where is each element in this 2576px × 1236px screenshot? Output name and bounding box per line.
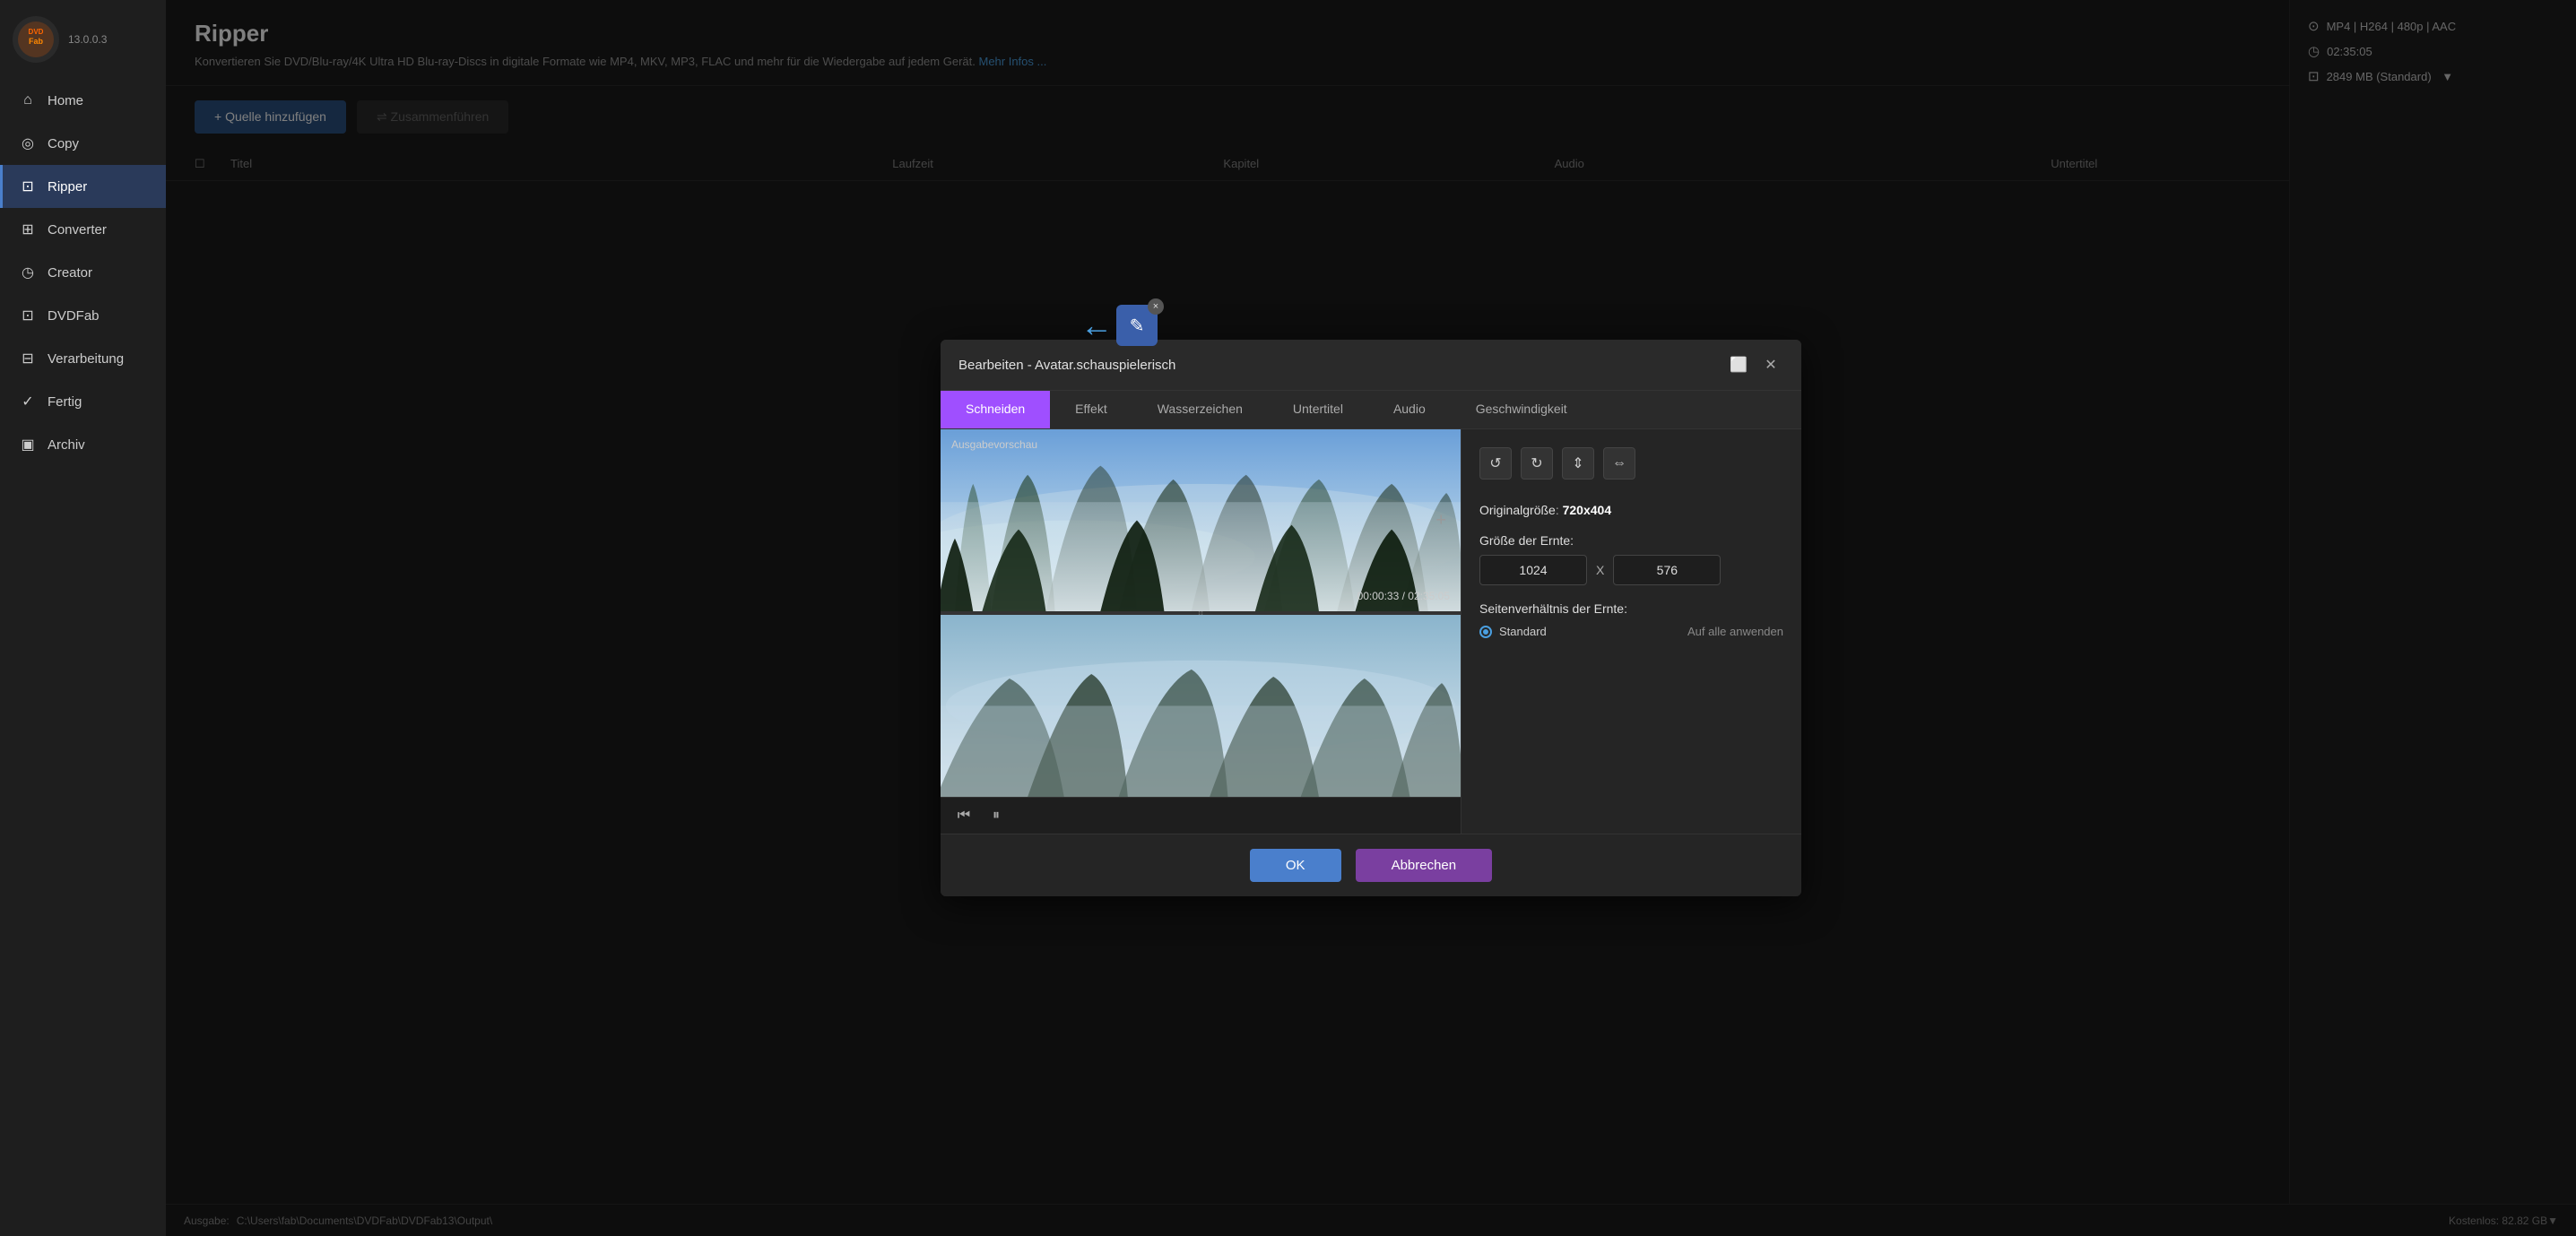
flip-v-button[interactable]: ⇕	[1562, 447, 1594, 480]
play-pause-button[interactable]: ⏸	[984, 803, 1009, 828]
creator-icon: ◷	[19, 264, 37, 281]
video-preview-area: Ausgabevorschau 00:00:33 / 02:35:05 + ⠿	[941, 429, 1461, 834]
ratio-standard-text: Standard	[1499, 625, 1547, 638]
dialog-overlay: Bearbeiten - Avatar.schauspielerisch ⬜ ✕…	[166, 0, 2576, 1236]
crop-tools: ↺ ↻ ⇕ ⇔	[1479, 447, 1783, 480]
ok-button[interactable]: OK	[1250, 849, 1341, 882]
badge-close-button[interactable]: ×	[1148, 298, 1164, 315]
crop-panel: ↺ ↻ ⇕ ⇔ Originalgröße: 720x404 Größe der…	[1461, 429, 1801, 834]
sidebar-item-verarbeitung[interactable]: ⊟ Verarbeitung	[0, 337, 166, 380]
crop-multiplier: X	[1596, 563, 1604, 577]
crop-width-input[interactable]	[1479, 555, 1587, 585]
apply-all-button[interactable]: Auf alle anwenden	[1687, 625, 1783, 638]
crop-size-label: Größe der Ernte:	[1479, 533, 1783, 548]
pointer-arrow-icon: ←	[1080, 307, 1113, 344]
ratio-standard-label[interactable]: Standard	[1479, 625, 1547, 638]
edit-dialog: Bearbeiten - Avatar.schauspielerisch ⬜ ✕…	[941, 340, 1801, 896]
edit-badge[interactable]: ✎ ×	[1116, 305, 1158, 346]
sidebar-nav: ⌂ Home ◎ Copy ⊡ Ripper ⊞ Converter ◷ Cre…	[0, 79, 166, 1236]
sidebar-item-label-fertig: Fertig	[48, 394, 82, 410]
sidebar-item-fertig[interactable]: ✓ Fertig	[0, 380, 166, 423]
original-size-label: Originalgröße: 720x404	[1479, 503, 1783, 517]
tab-audio[interactable]: Audio	[1368, 391, 1451, 428]
dvdfab-icon: ⊡	[19, 307, 37, 324]
tab-untertitel[interactable]: Untertitel	[1268, 391, 1368, 428]
sidebar-item-dvdfab[interactable]: ⊡ DVDFab	[0, 294, 166, 337]
ratio-standard-radio[interactable]	[1479, 626, 1492, 638]
sidebar-item-label-ripper: Ripper	[48, 179, 87, 194]
crop-size-inputs: X	[1479, 555, 1783, 585]
crop-ratio-label: Seitenverhältnis der Ernte:	[1479, 601, 1783, 616]
dialog-footer: OK Abbrechen	[941, 834, 1801, 896]
sidebar-item-ripper[interactable]: ⊡ Ripper	[0, 165, 166, 208]
sidebar-item-label-home: Home	[48, 93, 83, 108]
crop-size-group: Größe der Ernte: X	[1479, 533, 1783, 585]
sidebar-item-creator[interactable]: ◷ Creator	[0, 251, 166, 294]
dialog-close-button[interactable]: ✕	[1758, 352, 1783, 377]
sidebar-item-label-dvdfab: DVDFab	[48, 308, 100, 324]
main-content: Ripper Konvertieren Sie DVD/Blu-ray/4K U…	[166, 0, 2576, 1236]
rotate-cw-button[interactable]: ↻	[1521, 447, 1553, 480]
tab-effekt[interactable]: Effekt	[1050, 391, 1132, 428]
tooltip-container: ← ✎ ×	[1080, 305, 1158, 346]
sidebar-item-converter[interactable]: ⊞ Converter	[0, 208, 166, 251]
verarbeitung-icon: ⊟	[19, 350, 37, 367]
sidebar-item-label-archiv: Archiv	[48, 437, 85, 453]
sidebar-item-label-verarbeitung: Verarbeitung	[48, 351, 124, 367]
ripper-icon: ⊡	[19, 177, 37, 195]
video-controls-bar: ⏮ ⏸	[941, 797, 1461, 834]
video-frame-bottom	[941, 615, 1461, 797]
sidebar-item-label-creator: Creator	[48, 265, 92, 281]
dialog-body: Ausgabevorschau 00:00:33 / 02:35:05 + ⠿	[941, 429, 1801, 834]
video-frame-top: Ausgabevorschau 00:00:33 / 02:35:05 +	[941, 429, 1461, 611]
prev-frame-button[interactable]: ⏮	[951, 803, 976, 828]
video-label: Ausgabevorschau	[951, 438, 1037, 451]
home-icon: ⌂	[19, 91, 37, 109]
dialog-tabs: Schneiden Effekt Wasserzeichen Untertite…	[941, 391, 1801, 429]
video-frames: Ausgabevorschau 00:00:33 / 02:35:05 + ⠿	[941, 429, 1461, 834]
close-icon: ×	[1153, 301, 1158, 312]
dialog-titlebar: Bearbeiten - Avatar.schauspielerisch ⬜ ✕	[941, 340, 1801, 391]
dialog-maximize-button[interactable]: ⬜	[1726, 352, 1751, 377]
cancel-button[interactable]: Abbrechen	[1356, 849, 1493, 882]
svg-text:Fab: Fab	[29, 37, 44, 46]
tab-wasserzeichen[interactable]: Wasserzeichen	[1132, 391, 1268, 428]
sidebar-item-copy[interactable]: ◎ Copy	[0, 122, 166, 165]
original-size-value: 720x404	[1563, 503, 1612, 517]
svg-text:DVD: DVD	[29, 28, 44, 36]
crop-height-input[interactable]	[1613, 555, 1721, 585]
archiv-icon: ▣	[19, 436, 37, 454]
video-timestamp: 00:00:33 / 02:35:05	[1357, 590, 1450, 602]
crop-ratio-group: Seitenverhältnis der Ernte: Standard Auf…	[1479, 601, 1783, 638]
sidebar-item-home[interactable]: ⌂ Home	[0, 79, 166, 122]
crop-ratio-row: Standard Auf alle anwenden	[1479, 625, 1783, 638]
dialog-title: Bearbeiten - Avatar.schauspielerisch	[958, 358, 1175, 373]
converter-icon: ⊞	[19, 220, 37, 238]
edit-icon: ✎	[1130, 315, 1145, 337]
app-version: 13.0.0.3	[68, 33, 107, 46]
dialog-title-buttons: ⬜ ✕	[1726, 352, 1783, 377]
sidebar: DVD Fab 13.0.0.3 ⌂ Home ◎ Copy ⊡ Ripper …	[0, 0, 166, 1236]
sidebar-item-archiv[interactable]: ▣ Archiv	[0, 423, 166, 466]
original-size-group: Originalgröße: 720x404	[1479, 503, 1783, 517]
tab-schneiden[interactable]: Schneiden	[941, 391, 1050, 428]
add-frame-button[interactable]: +	[1435, 510, 1446, 531]
fertig-icon: ✓	[19, 393, 37, 411]
tab-geschwindigkeit[interactable]: Geschwindigkeit	[1451, 391, 1592, 428]
sidebar-item-label-converter: Converter	[48, 222, 107, 238]
copy-icon: ◎	[19, 134, 37, 152]
app-logo: DVD Fab 13.0.0.3	[0, 0, 166, 79]
rotate-ccw-button[interactable]: ↺	[1479, 447, 1512, 480]
sidebar-item-label-copy: Copy	[48, 136, 79, 151]
logo-icon: DVD Fab	[13, 16, 59, 63]
flip-h-button[interactable]: ⇔	[1603, 447, 1635, 480]
